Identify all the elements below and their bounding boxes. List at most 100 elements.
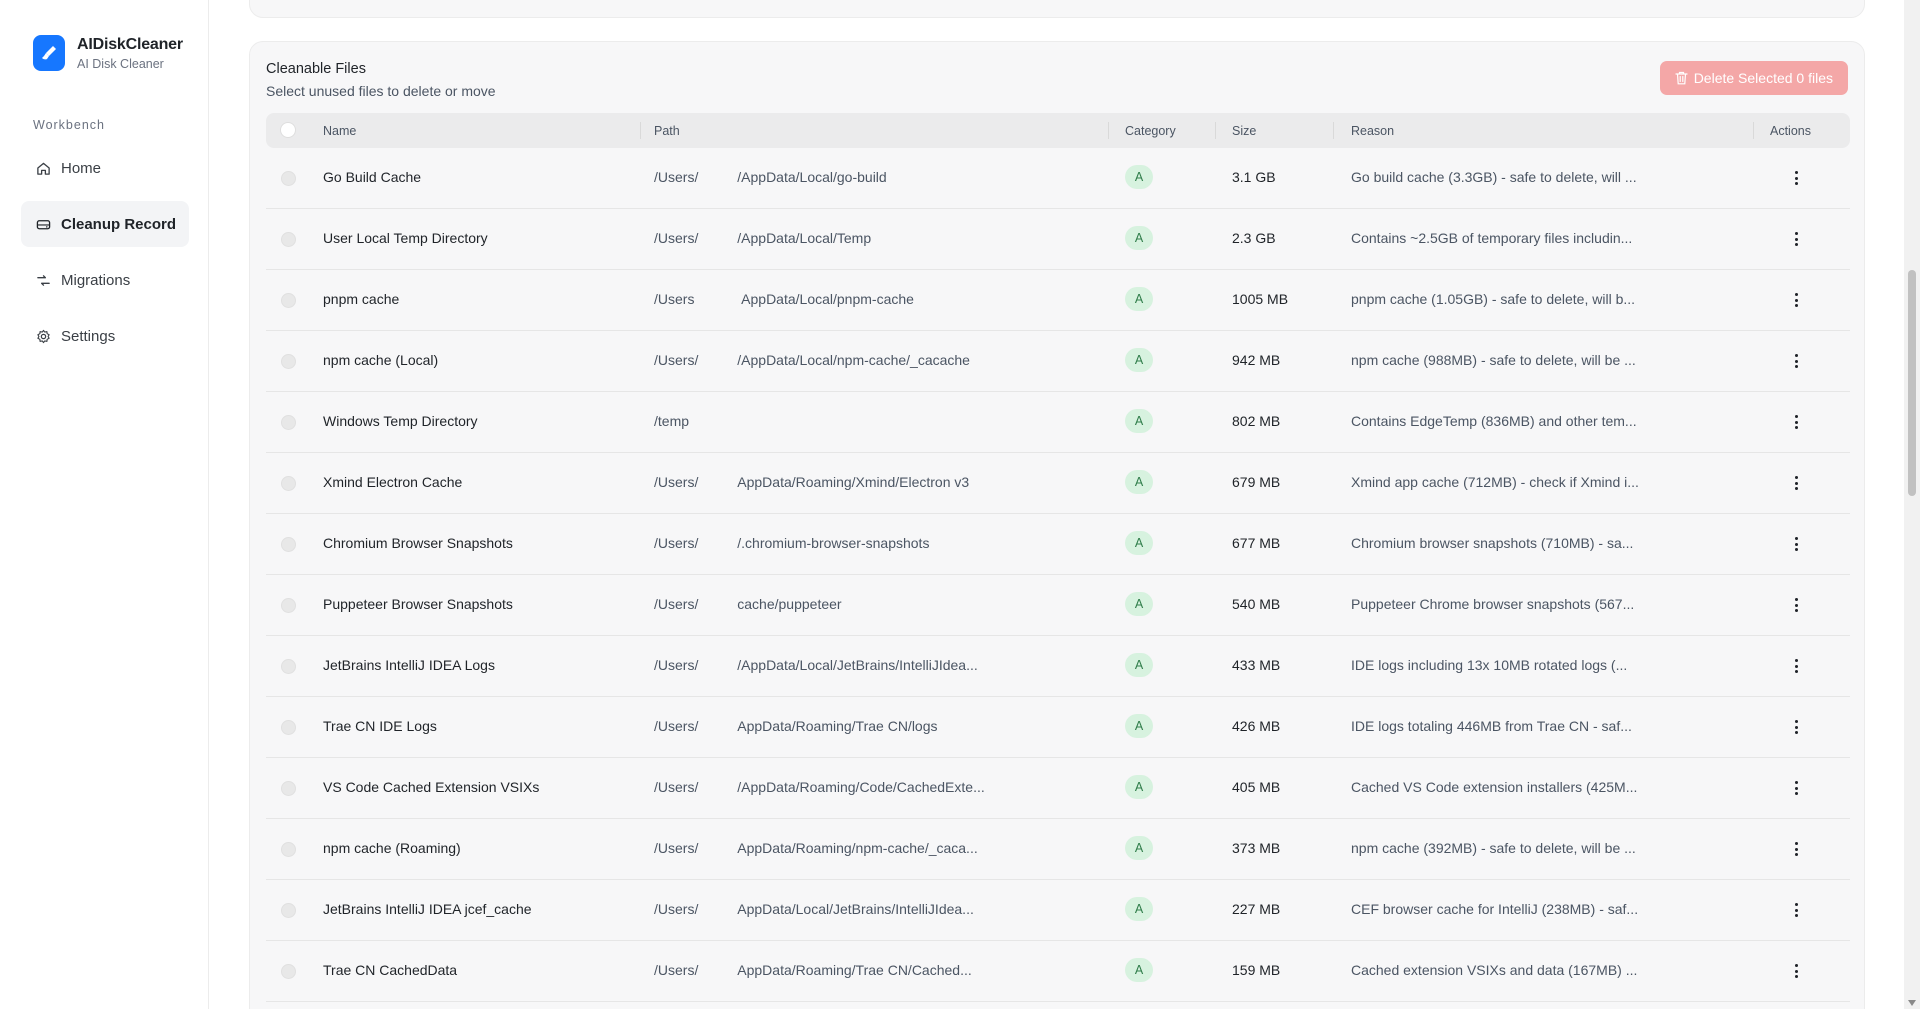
- more-actions-icon[interactable]: [1786, 533, 1806, 555]
- more-actions-icon[interactable]: [1786, 472, 1806, 494]
- more-actions-icon[interactable]: [1786, 716, 1806, 738]
- reason-text: IDE logs totaling 446MB from Trae CN - s…: [1351, 718, 1632, 734]
- category-badge: A: [1125, 653, 1153, 677]
- more-actions-icon[interactable]: [1786, 228, 1806, 250]
- table-row[interactable]: Go Build Cache/Users/ /AppData/Local/go-…: [266, 148, 1850, 209]
- row-checkbox[interactable]: [281, 415, 296, 430]
- row-checkbox[interactable]: [281, 537, 296, 552]
- table-row[interactable]: VS Code Cached Extension VSIXs/Users/ /A…: [266, 758, 1850, 819]
- card-subtitle: Select unused files to delete or move: [266, 83, 496, 99]
- more-actions-icon[interactable]: [1786, 411, 1806, 433]
- reason-text: Cached extension VSIXs and data (167MB) …: [1351, 962, 1638, 978]
- select-all-checkbox[interactable]: [280, 122, 296, 138]
- table-row[interactable]: JetBrains IntelliJ IDEA Logs/Users/ /App…: [266, 636, 1850, 697]
- column-header-size[interactable]: Size: [1232, 124, 1256, 138]
- file-size: 540 MB: [1232, 596, 1281, 612]
- file-name: Trae CN IDE Logs: [323, 718, 437, 734]
- row-checkbox[interactable]: [281, 232, 296, 247]
- row-checkbox[interactable]: [281, 476, 296, 491]
- column-header-category[interactable]: Category: [1125, 124, 1176, 138]
- more-actions-icon[interactable]: [1786, 289, 1806, 311]
- row-checkbox[interactable]: [281, 659, 296, 674]
- sidebar-item-migrations[interactable]: Migrations: [21, 257, 189, 303]
- file-name: Xmind Electron Cache: [323, 474, 463, 490]
- nav-section-label: Workbench: [33, 118, 105, 132]
- delete-selected-button[interactable]: Delete Selected 0 files: [1659, 61, 1848, 95]
- file-path: /Users/ /.chromium-browser-snapshots: [654, 535, 930, 551]
- column-header-reason[interactable]: Reason: [1351, 124, 1394, 138]
- table-row[interactable]: User Local Temp Directory/Users/ /AppDat…: [266, 209, 1850, 270]
- scroll-thumb[interactable]: [1908, 270, 1916, 496]
- reason-text: Go build cache (3.3GB) - safe to delete,…: [1351, 169, 1637, 185]
- app-subtitle: AI Disk Cleaner: [77, 56, 164, 71]
- sidebar-item-settings[interactable]: Settings: [21, 313, 189, 359]
- app-title: AIDiskCleaner: [77, 35, 183, 53]
- more-actions-icon[interactable]: [1786, 594, 1806, 616]
- file-path: /temp: [654, 413, 690, 429]
- table-row[interactable]: pnpm cache/Users AppData/Local/pnpm-cach…: [266, 270, 1850, 331]
- home-icon: [35, 160, 51, 176]
- brand: AIDiskCleaner AI Disk Cleaner: [33, 35, 183, 71]
- category-badge: A: [1125, 958, 1153, 982]
- file-name: npm cache (Local): [323, 352, 439, 368]
- more-actions-icon[interactable]: [1786, 655, 1806, 677]
- table-row[interactable]: Trae CN CachedData/Users/ AppData/Roamin…: [266, 941, 1850, 1002]
- sidebar-item-cleanup-record[interactable]: Cleanup Record: [21, 201, 189, 247]
- table-row[interactable]: npm cache (Local) /Users/ /AppData/Local/…: [266, 331, 1850, 392]
- row-checkbox[interactable]: [281, 293, 296, 308]
- reason-text: IDE logs including 13x 10MB rotated logs…: [1351, 657, 1628, 673]
- page-scrollbar[interactable]: [1904, 0, 1920, 1009]
- category-badge: A: [1125, 897, 1153, 921]
- file-path: /Users/ AppData/Local/JetBrains/IntelliJ…: [654, 901, 974, 917]
- sidebar-item-home[interactable]: Home: [21, 145, 189, 191]
- table-row[interactable]: npm cache (Roaming) /Users/ AppData/Roami…: [266, 819, 1850, 880]
- file-size: 942 MB: [1232, 352, 1281, 368]
- reason-text: pnpm cache (1.05GB) - safe to delete, wi…: [1351, 291, 1636, 307]
- trash-icon: [1675, 71, 1688, 85]
- file-name: JetBrains IntelliJ IDEA jcef_cache: [323, 901, 532, 917]
- row-checkbox[interactable]: [281, 598, 296, 613]
- table-row[interactable]: Puppeteer Browser Snapshots/Users/ cache…: [266, 575, 1850, 636]
- sidebar-item-label: Settings: [61, 327, 116, 345]
- file-name: User Local Temp Directory: [323, 230, 488, 246]
- column-header-name[interactable]: Name: [323, 124, 356, 138]
- file-size: 679 MB: [1232, 474, 1281, 490]
- row-checkbox[interactable]: [281, 842, 296, 857]
- more-actions-icon[interactable]: [1786, 350, 1806, 372]
- file-name: Puppeteer Browser Snapshots: [323, 596, 513, 612]
- card-title: Cleanable Files: [266, 61, 366, 77]
- file-name: Trae CN CachedData: [323, 962, 458, 978]
- table-row[interactable]: Chromium Browser Snapshots/Users/ /.chro…: [266, 514, 1850, 575]
- more-actions-icon[interactable]: [1786, 777, 1806, 799]
- row-checkbox[interactable]: [281, 964, 296, 979]
- row-checkbox[interactable]: [281, 720, 296, 735]
- table-row[interactable]: Trae CN IDE Logs/Users/ AppData/Roaming/…: [266, 697, 1850, 758]
- row-checkbox[interactable]: [281, 354, 296, 369]
- file-name: VS Code Cached Extension VSIXs: [323, 779, 540, 795]
- file-name: Chromium Browser Snapshots: [323, 535, 513, 551]
- row-checkbox[interactable]: [281, 171, 296, 186]
- reason-text: Cached VS Code extension installers (425…: [1351, 779, 1638, 795]
- table-body: Go Build Cache/Users/ /AppData/Local/go-…: [266, 148, 1850, 1002]
- column-header-path[interactable]: Path: [654, 124, 680, 138]
- file-size: 802 MB: [1232, 413, 1281, 429]
- reason-text: Puppeteer Chrome browser snapshots (567.…: [1351, 596, 1635, 612]
- files-table: Name Path Category Size Reason Actions G…: [266, 113, 1850, 1002]
- category-badge: A: [1125, 592, 1153, 616]
- more-actions-icon[interactable]: [1786, 167, 1806, 189]
- file-size: 426 MB: [1232, 718, 1281, 734]
- more-actions-icon[interactable]: [1786, 899, 1806, 921]
- table-row[interactable]: Windows Temp Directory/temp A 802 MB Contai…: [266, 392, 1850, 453]
- scroll-down-arrow[interactable]: [1908, 1000, 1916, 1006]
- row-checkbox[interactable]: [281, 781, 296, 796]
- table-row[interactable]: JetBrains IntelliJ IDEA jcef_cache/Users…: [266, 880, 1850, 941]
- file-name: npm cache (Roaming): [323, 840, 461, 856]
- category-badge: A: [1125, 836, 1153, 860]
- more-actions-icon[interactable]: [1786, 838, 1806, 860]
- table-row[interactable]: Xmind Electron Cache/Users/ AppData/Roam…: [266, 453, 1850, 514]
- file-size: 2.3 GB: [1232, 230, 1276, 246]
- row-checkbox[interactable]: [281, 903, 296, 918]
- file-name: JetBrains IntelliJ IDEA Logs: [323, 657, 495, 673]
- sidebar-item-label: Cleanup Record: [61, 215, 177, 233]
- more-actions-icon[interactable]: [1786, 960, 1806, 982]
